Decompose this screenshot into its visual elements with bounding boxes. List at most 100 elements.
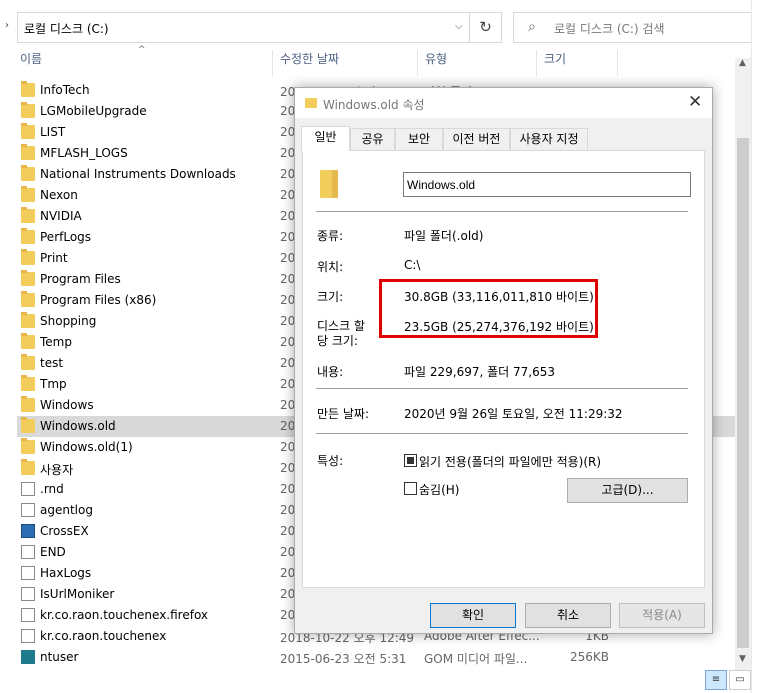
- folder-icon: [21, 249, 35, 265]
- file-icon: [21, 629, 35, 643]
- file-name: NVIDIA: [40, 209, 82, 223]
- file-date: 20: [280, 356, 296, 370]
- vertical-scrollbar[interactable]: ▲ ▼: [735, 58, 751, 670]
- file-row[interactable]: ntuser 2015-06-23 오전 5:31 GOM 미디어 파일... 256…: [17, 647, 735, 668]
- file-name: agentlog: [40, 503, 93, 517]
- file-date: 20: [280, 503, 296, 517]
- scroll-down-icon[interactable]: ▼: [739, 654, 746, 664]
- file-type: GOM 미디어 파일...: [424, 652, 528, 666]
- tiles-view-icon[interactable]: ▭: [729, 670, 751, 690]
- contents-value: 파일 229,697, 폴더 77,653: [404, 365, 556, 379]
- file-date: 20: [280, 314, 296, 328]
- file-date: 20: [280, 335, 296, 349]
- refresh-button[interactable]: ↻: [470, 12, 502, 43]
- folder-icon: [21, 186, 35, 202]
- dialog-title: Windows.old 속성: [323, 98, 425, 112]
- file-date: 20: [280, 419, 296, 433]
- red-highlight-box: [379, 279, 598, 338]
- file-name: Windows: [40, 398, 94, 412]
- created-label: 만든 날짜:: [317, 407, 370, 421]
- folder-icon: [21, 312, 35, 328]
- file-name: Program Files (x86): [40, 293, 157, 307]
- file-name: 사용자: [40, 463, 74, 477]
- search-input[interactable]: ⌕ 로컬 디스크 (C:) 검색: [513, 12, 760, 43]
- file-date: 20: [280, 440, 296, 454]
- address-chevron-icon[interactable]: ›: [5, 20, 9, 31]
- file-name: InfoTech: [40, 83, 90, 97]
- apply-button[interactable]: 적용(A): [619, 603, 705, 628]
- location-value: C:\: [404, 258, 421, 272]
- file-name: kr.co.raon.touchenex.firefox: [40, 608, 209, 622]
- file-date: 20: [280, 587, 296, 601]
- file-name: .rnd: [40, 482, 64, 496]
- folder-icon: [305, 98, 317, 108]
- folder-icon: [21, 144, 35, 160]
- file-size: 256KB: [569, 650, 609, 664]
- folder-name-input[interactable]: [403, 172, 691, 197]
- folder-icon: [21, 375, 35, 391]
- type-value: 파일 폴더(.old): [404, 229, 484, 243]
- column-header-type[interactable]: 유형: [425, 50, 447, 78]
- folder-icon: [21, 459, 35, 475]
- hidden-label: 숨김(H): [419, 483, 460, 497]
- file-date: 20: [280, 566, 296, 580]
- scroll-up-icon[interactable]: ▲: [739, 58, 746, 68]
- file-name: Temp: [40, 335, 72, 349]
- file-name: Print: [40, 251, 68, 265]
- file-name: Nexon: [40, 188, 78, 202]
- file-date: 20: [280, 251, 296, 265]
- file-name: ntuser: [40, 650, 79, 664]
- tab-customize[interactable]: 사용자 지정: [510, 128, 588, 150]
- dialog-title-bar[interactable]: Windows.old 속성 ✕: [295, 88, 712, 118]
- column-header-name[interactable]: 이름: [20, 50, 42, 78]
- size-label: 크기:: [317, 290, 344, 304]
- close-icon[interactable]: ✕: [688, 92, 702, 112]
- tab-sharing[interactable]: 공유: [350, 128, 395, 150]
- file-name: Windows.old(1): [40, 440, 133, 454]
- address-path: 로컬 디스크 (C:): [24, 22, 109, 36]
- readonly-checkbox[interactable]: [404, 454, 417, 467]
- created-value: 2020년 9월 26일 토요일, 오전 11:29:32: [404, 407, 623, 421]
- tab-general[interactable]: 일반: [301, 126, 350, 151]
- scrollbar-thumb[interactable]: [737, 138, 749, 648]
- column-header-date[interactable]: 수정한 날짜: [280, 50, 339, 78]
- file-date: 20: [280, 293, 296, 307]
- attributes-label: 특성:: [317, 454, 344, 468]
- file-icon: [21, 482, 35, 496]
- folder-icon: [21, 165, 35, 181]
- column-divider[interactable]: [536, 50, 537, 76]
- file-name: LIST: [40, 125, 66, 139]
- folder-icon: [21, 396, 35, 412]
- divider: [316, 433, 688, 434]
- address-bar[interactable]: 로컬 디스크 (C:) ⌵: [17, 12, 470, 43]
- address-toolbar: › 로컬 디스크 (C:) ⌵ ↻ ⌕ 로컬 디스크 (C:) 검색: [0, 0, 760, 56]
- hidden-checkbox[interactable]: [404, 482, 417, 495]
- tab-previous-versions[interactable]: 이전 버전: [443, 128, 510, 150]
- file-name: Windows.old: [40, 419, 116, 433]
- chevron-down-icon[interactable]: ⌵: [455, 21, 463, 32]
- refresh-icon: ↻: [479, 18, 492, 36]
- column-divider[interactable]: [272, 50, 273, 76]
- file-icon: [21, 566, 35, 580]
- folder-icon: [21, 270, 35, 286]
- file-name: IsUrlMoniker: [40, 587, 115, 601]
- advanced-button[interactable]: 고급(D)...: [567, 478, 688, 503]
- details-view-icon[interactable]: ≡: [705, 670, 727, 690]
- file-name: LGMobileUpgrade: [40, 104, 147, 118]
- file-date: 20: [280, 209, 296, 223]
- column-divider[interactable]: [617, 50, 618, 76]
- cancel-button[interactable]: 취소: [525, 603, 611, 628]
- file-date: 20: [280, 272, 296, 286]
- file-name: Program Files: [40, 272, 121, 286]
- search-placeholder: 로컬 디스크 (C:) 검색: [554, 22, 665, 36]
- properties-dialog: Windows.old 속성 ✕ 일반 공유 보안 이전 버전 사용자 지정 종…: [294, 87, 713, 634]
- column-divider[interactable]: [417, 50, 418, 76]
- folder-icon: [21, 81, 35, 97]
- column-header-size[interactable]: 크기: [544, 50, 566, 78]
- file-date: 20: [280, 608, 296, 622]
- file-name: PerfLogs: [40, 230, 92, 244]
- file-date: 20: [280, 482, 296, 496]
- ok-button[interactable]: 확인: [430, 603, 516, 628]
- file-icon: [21, 587, 35, 601]
- tab-security[interactable]: 보안: [395, 128, 443, 150]
